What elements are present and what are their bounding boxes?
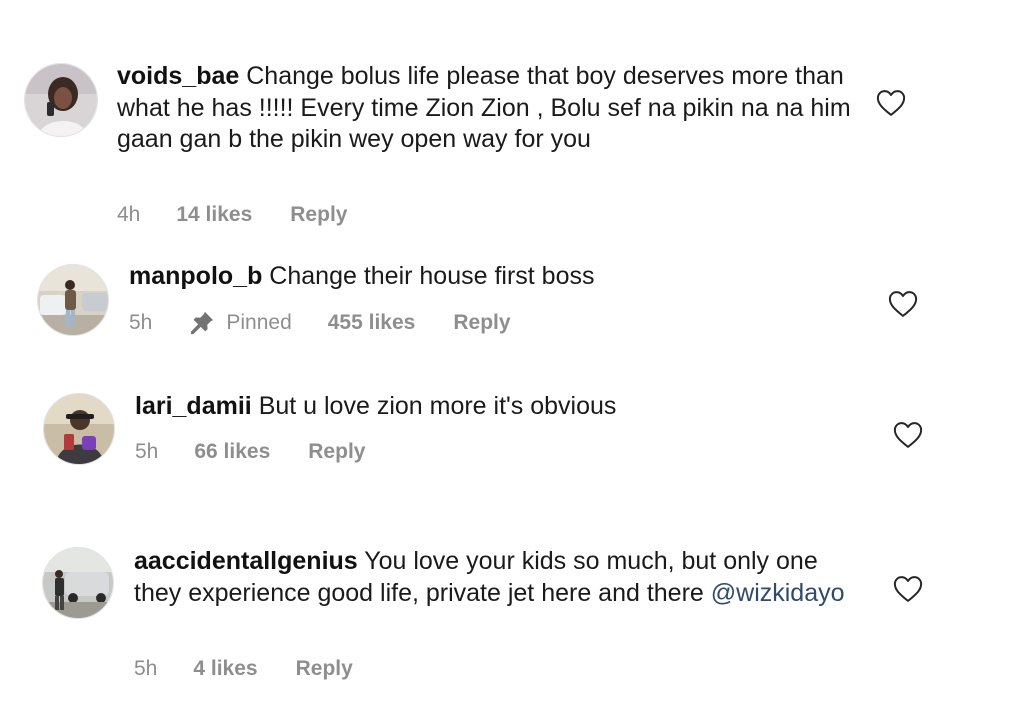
avatar-image xyxy=(38,265,108,335)
comments-list: voids_bae Change bolus life please that … xyxy=(0,0,1024,704)
comment-username[interactable]: aaccidentallgenius xyxy=(134,547,358,575)
comment-text-block: manpolo_b Change their house first boss xyxy=(129,261,849,293)
heart-outline-icon[interactable] xyxy=(893,421,923,449)
pinned-label: Pinned xyxy=(226,311,292,334)
comment-time: 4h xyxy=(117,203,141,226)
reply-button[interactable]: Reply xyxy=(290,203,347,227)
comment-text-block: lari_damii But u love zion more it's obv… xyxy=(135,391,855,423)
avatar-image xyxy=(43,548,113,618)
comment-likes[interactable]: 4 likes xyxy=(193,657,257,681)
avatar[interactable] xyxy=(37,264,109,336)
comment-text-block: aaccidentallgenius You love your kids so… xyxy=(134,546,854,609)
heart-outline-icon[interactable] xyxy=(888,290,918,318)
comment-meta: 5h 4 likes Reply xyxy=(134,657,353,681)
pinned-indicator: Pinned xyxy=(188,309,292,337)
comment-text-block: voids_bae Change bolus life please that … xyxy=(117,61,857,156)
comment-time: 5h xyxy=(134,657,158,680)
reply-button[interactable]: Reply xyxy=(296,657,353,681)
heart-outline-icon[interactable] xyxy=(893,575,923,603)
comment-username[interactable]: lari_damii xyxy=(135,392,252,420)
avatar[interactable] xyxy=(42,547,114,619)
comment-time: 5h xyxy=(129,311,153,334)
avatar-image xyxy=(25,64,97,136)
heart-outline-icon[interactable] xyxy=(876,89,906,117)
pin-icon xyxy=(191,311,214,335)
comment-likes[interactable]: 455 likes xyxy=(328,311,416,335)
comment-meta: 5h 66 likes Reply xyxy=(135,440,365,464)
reply-button[interactable]: Reply xyxy=(453,311,510,335)
comment-likes[interactable]: 66 likes xyxy=(194,440,270,464)
comment-body: Change their house first boss xyxy=(269,262,595,290)
mention-link[interactable]: @wizkidayo xyxy=(711,579,845,607)
comment-meta: 5h Pinned 455 likes Reply xyxy=(129,309,511,337)
avatar[interactable] xyxy=(24,63,98,137)
comment-body: But u love zion more it's obvious xyxy=(258,392,617,420)
avatar[interactable] xyxy=(43,393,115,465)
comment-likes[interactable]: 14 likes xyxy=(176,203,252,227)
reply-button[interactable]: Reply xyxy=(308,440,365,464)
comment-username[interactable]: manpolo_b xyxy=(129,262,262,290)
comment-meta: 4h 14 likes Reply xyxy=(117,203,347,227)
comment-time: 5h xyxy=(135,440,159,463)
comment-username[interactable]: voids_bae xyxy=(117,62,239,90)
avatar-image xyxy=(44,394,114,464)
